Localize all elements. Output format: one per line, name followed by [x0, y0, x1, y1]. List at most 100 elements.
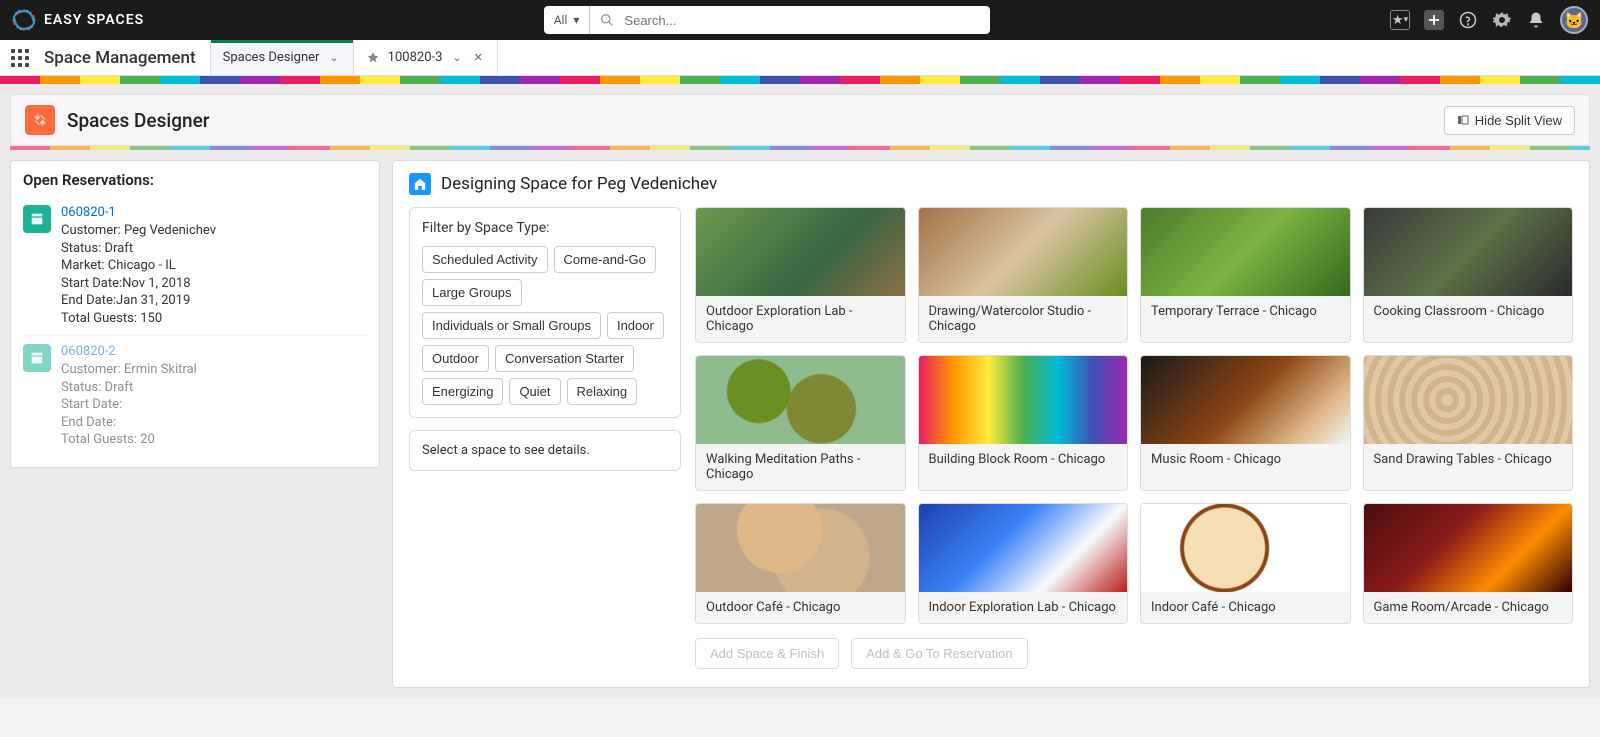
- nav-bar: Space Management Spaces Designer⌄100820-…: [0, 40, 1600, 76]
- reservation-end: End Date:: [61, 414, 197, 432]
- reservation-link[interactable]: 060820-2: [61, 344, 197, 359]
- settings-icon[interactable]: [1492, 10, 1512, 30]
- space-card[interactable]: Cooking Classroom - Chicago: [1363, 207, 1574, 343]
- space-card[interactable]: Sand Drawing Tables - Chicago: [1363, 355, 1574, 491]
- filter-chip[interactable]: Energizing: [422, 378, 503, 405]
- space-card[interactable]: Building Block Room - Chicago: [918, 355, 1129, 491]
- decorative-strip: [0, 76, 1600, 84]
- filter-chip[interactable]: Individuals or Small Groups: [422, 312, 601, 339]
- split-view-label: Hide Split View: [1475, 113, 1562, 128]
- filter-panel: Filter by Space Type: Scheduled Activity…: [409, 207, 681, 418]
- reservation-guests: Total Guests: 150: [61, 310, 216, 328]
- space-label: Cooking Classroom - Chicago: [1364, 296, 1573, 342]
- split-view-icon: [1457, 114, 1469, 126]
- reservation-link[interactable]: 060820-1: [61, 205, 216, 220]
- reservation-end: End Date:Jan 31, 2019: [61, 292, 216, 310]
- search-icon: [600, 13, 614, 27]
- main-content: Designing Space for Peg Vedenichev Filte…: [392, 160, 1590, 688]
- space-thumbnail: [696, 504, 905, 592]
- brand-text: EASY SPACES: [44, 12, 144, 28]
- space-label: Temporary Terrace - Chicago: [1141, 296, 1350, 342]
- page-header: Spaces Designer Hide Split View: [10, 94, 1590, 146]
- space-label: Outdoor Café - Chicago: [696, 592, 905, 623]
- decorative-strip: [10, 146, 1590, 150]
- open-reservations-panel: Open Reservations: 060820-1 Customer: Pe…: [10, 160, 380, 468]
- space-thumbnail: [1141, 356, 1350, 444]
- close-icon[interactable]: ✕: [472, 49, 485, 66]
- space-card[interactable]: Music Room - Chicago: [1140, 355, 1351, 491]
- space-label: Indoor Exploration Lab - Chicago: [919, 592, 1128, 623]
- reservation-icon: [23, 205, 51, 233]
- search-input[interactable]: [624, 13, 980, 28]
- space-thumbnail: [1141, 208, 1350, 296]
- reservation-status: Status: Draft: [61, 240, 216, 258]
- user-avatar[interactable]: 🐱: [1560, 6, 1588, 34]
- header-actions: ★▾ 🐱: [1390, 6, 1588, 34]
- add-go-reservation-button[interactable]: Add & Go To Reservation: [851, 638, 1027, 669]
- detail-hint: Select a space to see details.: [422, 443, 668, 458]
- space-card[interactable]: Walking Meditation Paths - Chicago: [695, 355, 906, 491]
- app-launcher-icon: [11, 49, 29, 67]
- filter-chip[interactable]: Large Groups: [422, 279, 522, 306]
- app-launcher-button[interactable]: [0, 40, 40, 75]
- filter-chip[interactable]: Relaxing: [567, 378, 638, 405]
- reservation-icon: [23, 344, 51, 372]
- app-name: Space Management: [40, 40, 210, 75]
- favorites-button[interactable]: ★▾: [1390, 10, 1410, 30]
- space-thumbnail: [1364, 356, 1573, 444]
- space-thumbnail: [919, 504, 1128, 592]
- space-thumbnail: [696, 356, 905, 444]
- space-label: Walking Meditation Paths - Chicago: [696, 444, 905, 490]
- reservation-card[interactable]: 060820-2 Customer: Ermin Skitral Status:…: [23, 335, 367, 457]
- space-card[interactable]: Drawing/Watercolor Studio - Chicago: [918, 207, 1129, 343]
- space-card[interactable]: Indoor Exploration Lab - Chicago: [918, 503, 1129, 624]
- reservation-market: Market: Chicago - IL: [61, 257, 216, 275]
- search-box: [590, 6, 990, 34]
- reservation-customer: Customer: Ermin Skitral: [61, 361, 197, 379]
- global-add-button[interactable]: [1424, 10, 1444, 30]
- chevron-down-icon[interactable]: ⌄: [450, 49, 463, 66]
- space-label: Building Block Room - Chicago: [919, 444, 1128, 490]
- reservation-start: Start Date:: [61, 396, 197, 414]
- reservation-start: Start Date:Nov 1, 2018: [61, 275, 216, 293]
- nav-tab[interactable]: Spaces Designer ⌄: [210, 40, 353, 75]
- reservation-status: Status: Draft: [61, 379, 197, 397]
- global-header: EASY SPACES All ▾ ★▾ 🐱: [0, 0, 1600, 40]
- space-card[interactable]: Temporary Terrace - Chicago: [1140, 207, 1351, 343]
- add-space-finish-button[interactable]: Add Space & Finish: [695, 638, 839, 669]
- space-card[interactable]: Game Room/Arcade - Chicago: [1363, 503, 1574, 624]
- detail-panel: Select a space to see details.: [409, 430, 681, 471]
- help-icon[interactable]: [1458, 10, 1478, 30]
- global-search: All ▾: [544, 6, 991, 34]
- filter-chip[interactable]: Quiet: [509, 378, 560, 405]
- notifications-icon[interactable]: [1526, 10, 1546, 30]
- brand-logo: EASY SPACES: [12, 8, 144, 32]
- space-label: Music Room - Chicago: [1141, 444, 1350, 490]
- reservation-guests: Total Guests: 20: [61, 431, 197, 449]
- filter-chip[interactable]: Come-and-Go: [554, 246, 656, 273]
- main-title: Designing Space for Peg Vedenichev: [441, 174, 717, 194]
- reservation-customer: Customer: Peg Vedenichev: [61, 222, 216, 240]
- nav-tab[interactable]: 100820-3⌄✕: [353, 40, 498, 75]
- space-thumbnail: [696, 208, 905, 296]
- reservation-card[interactable]: 060820-1 Customer: Peg Vedenichev Status…: [23, 197, 367, 335]
- filter-title: Filter by Space Type:: [422, 220, 668, 236]
- filter-chip[interactable]: Outdoor: [422, 345, 489, 372]
- space-card[interactable]: Outdoor Exploration Lab - Chicago: [695, 207, 906, 343]
- space-card[interactable]: Outdoor Café - Chicago: [695, 503, 906, 624]
- chevron-down-icon: ▾: [573, 13, 579, 27]
- space-card[interactable]: Indoor Café - Chicago: [1140, 503, 1351, 624]
- space-thumbnail: [919, 356, 1128, 444]
- filter-chip[interactable]: Conversation Starter: [495, 345, 634, 372]
- space-label: Sand Drawing Tables - Chicago: [1364, 444, 1573, 490]
- search-scope-dropdown[interactable]: All ▾: [544, 6, 591, 34]
- hide-split-view-button[interactable]: Hide Split View: [1444, 106, 1575, 135]
- filter-chip[interactable]: Indoor: [607, 312, 664, 339]
- search-scope-label: All: [554, 13, 568, 27]
- space-label: Indoor Café - Chicago: [1141, 592, 1350, 623]
- nav-tab-label: Spaces Designer: [223, 50, 320, 65]
- space-thumbnail: [1141, 504, 1350, 592]
- filter-chip[interactable]: Scheduled Activity: [422, 246, 548, 273]
- page-title: Spaces Designer: [67, 109, 209, 132]
- chevron-down-icon[interactable]: ⌄: [327, 49, 340, 66]
